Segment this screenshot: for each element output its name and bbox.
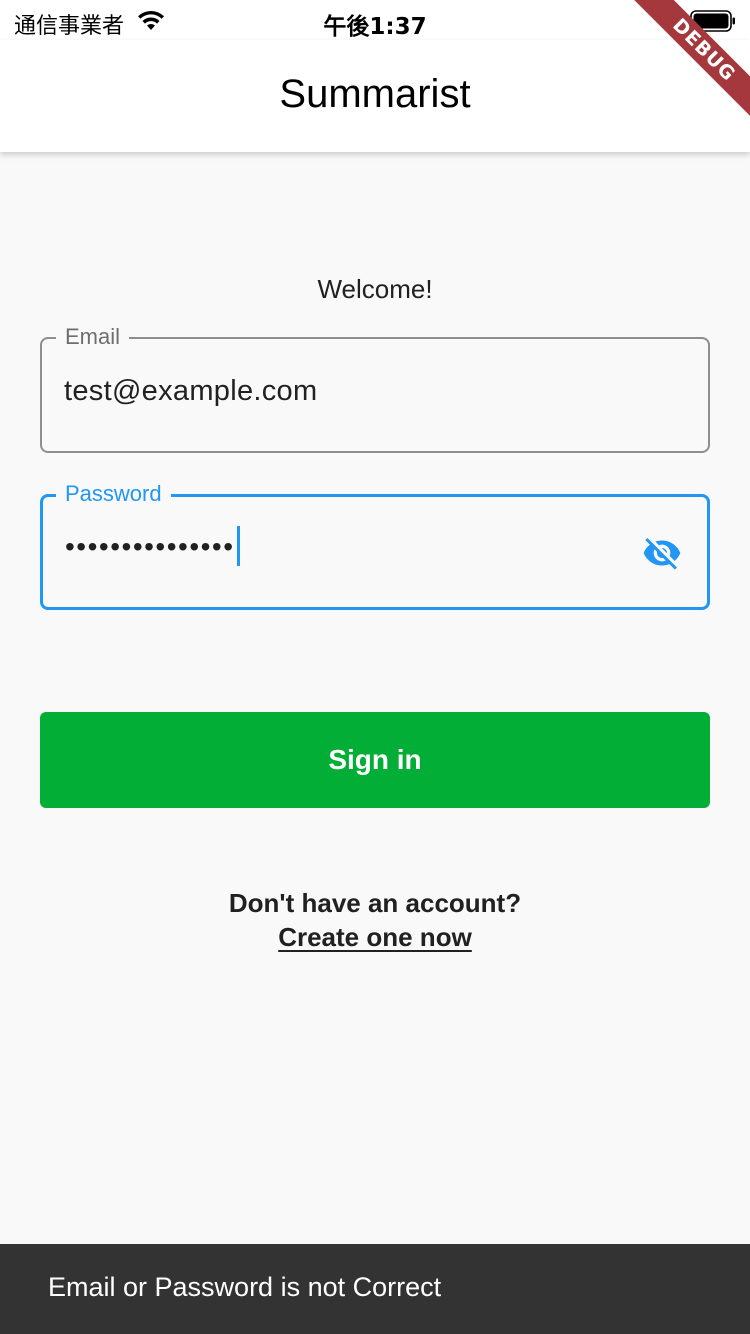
password-label: Password (56, 480, 171, 508)
create-account-row: Create one now (0, 922, 750, 953)
welcome-text: Welcome! (317, 274, 433, 304)
app-title: Summarist (279, 72, 471, 116)
password-value[interactable]: ••••••••••••••• (65, 531, 235, 562)
status-bar: 通信事業者 午後1:37 (0, 0, 750, 40)
no-account-text: Don't have an account? (228, 888, 522, 918)
password-value-wrap[interactable]: ••••••••••••••• (65, 525, 240, 566)
toggle-password-visibility-button[interactable] (639, 533, 685, 573)
snackbar-message: Email or Password is not Correct (48, 1272, 442, 1302)
clock-time: 午後1:37 (323, 14, 427, 40)
text-cursor (236, 525, 240, 566)
password-field[interactable]: Password ••••••••••••••• (40, 480, 710, 610)
app-bar: Summarist (0, 40, 750, 152)
create-account-link[interactable]: Create one now (278, 922, 472, 952)
email-field[interactable]: Email test@example.com (40, 323, 710, 453)
email-value[interactable]: test@example.com (64, 375, 317, 408)
sign-in-button[interactable]: Sign in (40, 712, 710, 808)
eye-off-icon (643, 538, 681, 570)
sign-in-label: Sign in (328, 744, 422, 775)
error-snackbar: Email or Password is not Correct (0, 1244, 750, 1334)
email-label: Email (56, 323, 130, 351)
